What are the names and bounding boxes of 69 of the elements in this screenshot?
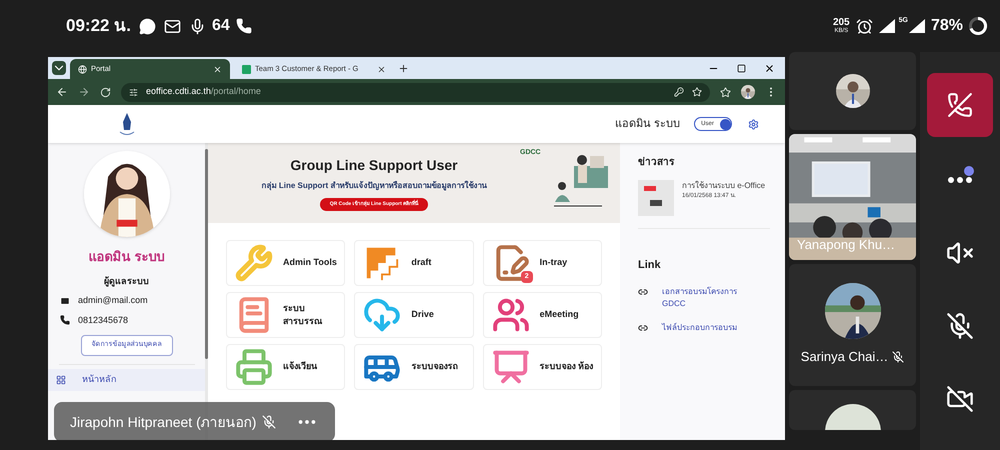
app-tile[interactable]: Drive bbox=[354, 292, 474, 338]
resource-link[interactable]: เอกสารอบรมโครงการ GDCC bbox=[662, 286, 762, 310]
microphone-off-icon bbox=[946, 312, 974, 340]
app-tile[interactable]: eMeeting bbox=[482, 292, 602, 338]
presentation-icon bbox=[492, 348, 530, 386]
grid-icon bbox=[56, 374, 66, 384]
app-tile[interactable]: Admin Tools bbox=[226, 240, 346, 286]
notification-count: 64 bbox=[212, 16, 230, 36]
app-tile[interactable]: แจ้งเวียน bbox=[226, 344, 346, 390]
email: admin@mail.com bbox=[78, 294, 148, 307]
participant-name: Sarinya Chai… bbox=[800, 348, 888, 366]
news-thumbnail-icon bbox=[638, 180, 674, 216]
settings-icon[interactable] bbox=[748, 118, 759, 130]
restore-icon[interactable] bbox=[737, 64, 746, 73]
app-tile[interactable]: draft bbox=[354, 240, 474, 286]
bookmark-star-icon bbox=[692, 87, 702, 97]
scrollbar-thumb[interactable] bbox=[205, 149, 208, 359]
bookmarks-icon[interactable] bbox=[720, 86, 731, 98]
page-icon bbox=[78, 64, 87, 74]
sidebar-item[interactable]: หน้าหลัก bbox=[48, 368, 205, 390]
banner-title: Group Line Support User bbox=[290, 156, 458, 175]
forward-icon[interactable] bbox=[78, 86, 90, 98]
clock: 09:22 น. bbox=[66, 15, 131, 38]
signal-icon bbox=[878, 19, 895, 33]
hang-up-button[interactable] bbox=[927, 73, 993, 137]
user-name: แอดมิน ระบบ bbox=[614, 116, 680, 132]
people-icon bbox=[492, 296, 530, 334]
close-window-icon[interactable] bbox=[764, 63, 775, 74]
sheets-icon bbox=[242, 64, 251, 74]
battery-level: 78% bbox=[930, 16, 963, 36]
profile-role: ผู้ดูแลระบบ bbox=[104, 274, 149, 288]
phone-icon bbox=[60, 315, 70, 326]
news-title: การใช้งานระบบ e-Office bbox=[682, 180, 766, 192]
app-tile[interactable]: ระบบจองรถ bbox=[354, 344, 474, 390]
alarm-icon bbox=[856, 18, 873, 34]
back-icon[interactable] bbox=[56, 86, 68, 98]
camera-off-icon bbox=[946, 385, 974, 413]
mail-app-icon bbox=[164, 18, 181, 34]
banner-subtitle: กลุ่ม Line Support สำหรับแจ้งปัญหาหรือสอบถามข้อมูลการใช้งาน bbox=[262, 180, 486, 192]
tab-list-icon[interactable] bbox=[52, 61, 66, 75]
fax-icon bbox=[235, 348, 273, 386]
resource-link[interactable]: ไฟล์ประกอบการอบรม bbox=[662, 322, 762, 334]
password-key-icon bbox=[674, 87, 684, 97]
phone-number: 0812345678 bbox=[78, 314, 128, 326]
network-speed: 205 bbox=[832, 18, 850, 28]
email-icon bbox=[60, 296, 70, 306]
presenter-name: Jirapohn Hitpraneet (ภายนอก) bbox=[70, 412, 256, 432]
site-info-icon bbox=[129, 88, 138, 96]
cloud-download-icon bbox=[363, 296, 402, 334]
participant-name: Yanapong Khu… bbox=[797, 236, 896, 254]
new-tab-icon[interactable] bbox=[398, 63, 409, 74]
link-icon bbox=[638, 322, 648, 332]
battery-ring-icon bbox=[968, 16, 988, 36]
close-tab-icon[interactable] bbox=[377, 64, 386, 74]
chat-app-icon bbox=[138, 18, 156, 34]
news-heading: ข่าวสาร bbox=[638, 156, 676, 170]
phone-icon bbox=[236, 18, 252, 34]
reload-icon[interactable] bbox=[100, 86, 111, 98]
profile-name: แอดมิน ระบบ bbox=[88, 248, 164, 266]
signal-icon bbox=[908, 19, 925, 33]
more-icon bbox=[948, 177, 972, 183]
app-tile[interactable]: ระบบจอง ห้อง bbox=[482, 344, 602, 390]
app-tile[interactable]: ระบบ สารบรรณ bbox=[226, 292, 346, 338]
tools-icon bbox=[235, 244, 273, 282]
address-bar[interactable]: eoffice.cdti.ac.th/portal/home bbox=[121, 82, 710, 102]
hang-up-icon bbox=[947, 92, 973, 118]
link-icon bbox=[638, 286, 648, 296]
logo-icon bbox=[118, 112, 136, 136]
links-heading: Link bbox=[638, 258, 662, 273]
